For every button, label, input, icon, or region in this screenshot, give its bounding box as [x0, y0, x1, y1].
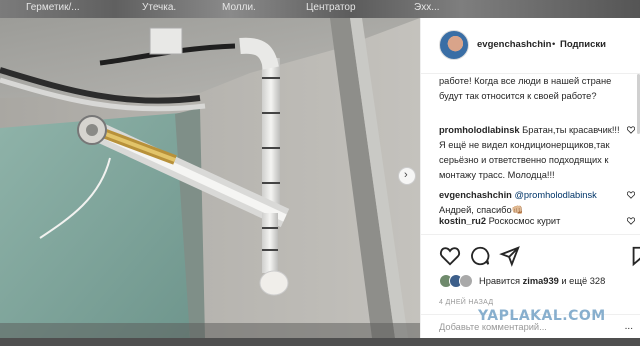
pipes-photo-image: [0, 18, 420, 338]
comments-list: работе! Когда все люди в нашей стране бу…: [421, 74, 640, 234]
post-author-username[interactable]: evgenchashchin: [477, 39, 551, 50]
liker-avatar[interactable]: [459, 274, 473, 288]
post-photo[interactable]: [0, 18, 420, 338]
post-actions-bar: [421, 234, 640, 274]
bookmark-icon[interactable]: [629, 245, 640, 267]
header-separator: •: [552, 39, 556, 50]
post-side-panel: evgenchashchin • Подписки работе! Когда …: [420, 18, 640, 338]
liker-username[interactable]: zima939: [523, 276, 559, 286]
tab-leak[interactable]: Утечка.: [142, 2, 176, 13]
watermark: YAPLAKAL.COM: [478, 308, 606, 324]
like-comment-heart-icon[interactable]: [627, 126, 635, 134]
share-icon[interactable]: [499, 245, 521, 267]
previous-posts-strip: Герметик/... Утечка. Молли. Центратор Эх…: [0, 0, 640, 18]
tab-hermetic[interactable]: Герметик/...: [26, 2, 80, 13]
comment-item: kostin_ru2 Роскосмос курит: [439, 214, 625, 229]
likes-suffix[interactable]: и ещё 328: [561, 276, 605, 286]
comment-text: Роскосмос курит: [488, 216, 561, 226]
bottom-strip: [0, 338, 640, 346]
comment-username[interactable]: promholodlabinsk: [439, 125, 520, 135]
comment-text: работе! Когда все люди в нашей стране бу…: [439, 76, 612, 101]
avatar[interactable]: [439, 30, 469, 60]
likes-row: Нравится zima939 и ещё 328: [421, 274, 640, 294]
comment-mention[interactable]: @promholodlabinsk: [514, 190, 596, 200]
tab-ehh[interactable]: Эхх...: [414, 2, 440, 13]
comment-bubble-icon[interactable]: [469, 245, 491, 267]
likes-summary[interactable]: Нравится zima939 и ещё 328: [479, 276, 605, 286]
comment-item: promholodlabinsk Братан,ты красавчик!!! …: [439, 123, 625, 183]
like-comment-heart-icon[interactable]: [627, 191, 635, 199]
post-date[interactable]: 4 ДНЕЙ НАЗАД: [439, 299, 493, 306]
tab-molly[interactable]: Молли.: [222, 2, 256, 13]
tab-centrator[interactable]: Центратор: [306, 2, 356, 13]
next-photo-button[interactable]: ›: [398, 167, 416, 185]
comment-username[interactable]: evgenchashchin: [439, 190, 512, 200]
post-header: evgenchashchin • Подписки: [421, 18, 640, 74]
chevron-right-icon: ›: [404, 169, 408, 181]
follow-button[interactable]: Подписки: [560, 39, 606, 50]
likes-prefix: Нравится: [479, 276, 521, 286]
more-options-icon[interactable]: ...: [625, 321, 633, 332]
comment-username[interactable]: kostin_ru2: [439, 216, 486, 226]
like-comment-heart-icon[interactable]: [627, 217, 635, 225]
comment-item: работе! Когда все люди в нашей стране бу…: [439, 74, 625, 104]
like-heart-icon[interactable]: [439, 245, 461, 267]
